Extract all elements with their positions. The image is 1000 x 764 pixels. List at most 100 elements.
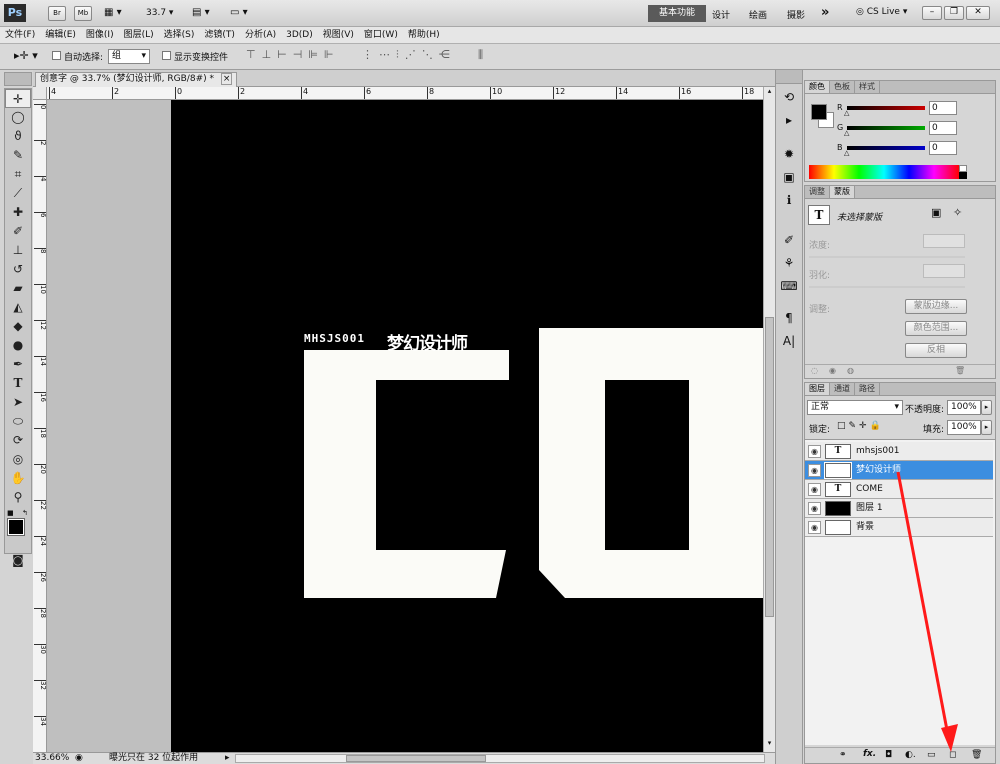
channel-slider[interactable] xyxy=(847,126,925,130)
layers-tab-2[interactable]: 路径 xyxy=(855,383,880,395)
mask-edge-button[interactable]: 蒙版边缘... xyxy=(905,299,967,314)
panel-foreground-swatch[interactable] xyxy=(811,104,827,120)
scroll-up-icon[interactable]: ▴ xyxy=(764,87,775,98)
channel-value-field[interactable]: 0 xyxy=(929,141,957,155)
auto-align-icon[interactable]: ⫼ xyxy=(478,48,483,62)
marquee-tool-icon[interactable]: ◯ xyxy=(5,108,31,127)
layer-row[interactable]: ◉ 图层 1 xyxy=(805,499,993,518)
layer-row[interactable]: ◉ T 梦幻设计师 xyxy=(805,461,993,480)
status-menu-icon[interactable]: ◉ xyxy=(75,753,83,764)
brushes-icon[interactable]: ⌨ xyxy=(778,276,800,296)
adjust-tab-1[interactable]: 蒙版 xyxy=(830,186,855,198)
workspace-painting[interactable]: 绘画 xyxy=(749,8,767,21)
menu-item[interactable]: 分析(A) xyxy=(240,27,281,43)
hand-tool-icon[interactable]: ✋ xyxy=(5,469,31,488)
eraser-tool-icon[interactable]: ▰ xyxy=(5,279,31,298)
screen-mode-icon[interactable]: ▭ ▾ xyxy=(230,7,248,18)
link-layers-icon[interactable]: ⚭ xyxy=(839,750,847,760)
adjust-tab-0[interactable]: 调整 xyxy=(805,186,830,198)
canvas-title-text[interactable]: 梦幻设计师 xyxy=(387,329,468,354)
canvas-small-text[interactable]: MHSJS001 xyxy=(304,332,365,345)
menu-item[interactable]: 3D(D) xyxy=(281,27,318,43)
image-canvas[interactable]: MHSJS001 梦幻设计师 xyxy=(171,100,763,752)
apply-mask-icon[interactable]: ◉ xyxy=(829,366,836,375)
channel-slider-handle-icon[interactable]: △ xyxy=(844,129,849,137)
restore-button[interactable]: ❐ xyxy=(944,6,964,20)
status-zoom[interactable]: 33.66% xyxy=(35,753,69,764)
color-tab-0[interactable]: 颜色 xyxy=(805,81,830,93)
brush-panel-icon[interactable]: ✐ xyxy=(778,230,800,250)
menu-item[interactable]: 窗口(W) xyxy=(359,27,403,43)
auto-select-dropdown[interactable]: 组 ▾ xyxy=(108,49,150,64)
pen-tool-icon[interactable]: ✒ xyxy=(5,355,31,374)
channel-value-field[interactable]: 0 xyxy=(929,121,957,135)
channel-slider-handle-icon[interactable]: △ xyxy=(844,149,849,157)
load-selection-icon[interactable]: ◌ xyxy=(811,366,818,375)
layer-row[interactable]: ◉ 背景 xyxy=(805,518,993,537)
align-buttons[interactable]: ⊤⊥⊢⊣⊫⊩ xyxy=(246,48,340,61)
fill-slider-button[interactable]: ▸ xyxy=(981,420,992,435)
distribute-buttons[interactable]: ⋮⋯⫶⋰⋱⋲ xyxy=(362,48,456,62)
dodge-tool-icon[interactable]: ● xyxy=(5,336,31,355)
feather-slider[interactable] xyxy=(809,286,965,288)
horizontal-scrollbar[interactable] xyxy=(235,754,765,763)
color-tab-1[interactable]: 色板 xyxy=(830,81,855,93)
layer-visibility-eye-icon[interactable]: ◉ xyxy=(808,521,821,534)
opacity-field[interactable]: 100% xyxy=(947,400,981,415)
scroll-thumb[interactable] xyxy=(765,317,774,617)
move-tool-icon[interactable]: ✛ xyxy=(5,89,31,108)
workspace-photography[interactable]: 摄影 xyxy=(787,8,805,21)
layer-visibility-eye-icon[interactable]: ◉ xyxy=(808,502,821,515)
zoom-tool-icon[interactable]: ⚲ xyxy=(5,488,31,507)
layer-visibility-eye-icon[interactable]: ◉ xyxy=(808,445,821,458)
adjustment-layer-icon[interactable]: ◐. xyxy=(905,750,916,760)
menu-item[interactable]: 图层(L) xyxy=(119,27,159,43)
color-spectrum-bar[interactable] xyxy=(809,165,959,179)
foreground-color[interactable] xyxy=(7,518,25,536)
blur-tool-icon[interactable]: ◆ xyxy=(5,317,31,336)
h-scroll-thumb[interactable] xyxy=(346,755,486,762)
mini-bridge-button[interactable]: Mb xyxy=(74,6,92,21)
eyedropper-tool-icon[interactable]: ⟋ xyxy=(5,184,31,203)
menu-item[interactable]: 文件(F) xyxy=(0,27,40,43)
close-document-button[interactable]: × xyxy=(220,73,233,85)
history-panel-icon[interactable]: ⟲ xyxy=(778,87,800,107)
arrange-documents-icon[interactable]: ▤ ▾ xyxy=(192,7,210,18)
cs-live-button[interactable]: ◎ CS Live ▾ xyxy=(856,7,907,17)
workspace-design[interactable]: 设计 xyxy=(712,8,730,21)
layer-visibility-eye-icon[interactable]: ◉ xyxy=(808,483,821,496)
layer-row[interactable]: ◉ Tmhsjs001 xyxy=(805,442,993,461)
layers-tab-0[interactable]: 图层 xyxy=(805,383,830,395)
vertical-scrollbar[interactable]: ▴ ▾ xyxy=(763,87,775,752)
layer-visibility-eye-icon[interactable]: ◉ xyxy=(808,464,821,477)
delete-mask-icon[interactable]: 🗑 xyxy=(955,366,965,375)
stamp-tool-icon[interactable]: ⊥ xyxy=(5,241,31,260)
path-select-tool-icon[interactable]: ➤ xyxy=(5,393,31,412)
opacity-slider-button[interactable]: ▸ xyxy=(981,400,992,415)
lock-icons[interactable]: □✎✛🔒 xyxy=(837,421,884,431)
paragraph-panel-icon[interactable]: ¶ xyxy=(778,308,800,328)
bridge-button[interactable]: Br xyxy=(48,6,66,21)
blend-mode-dropdown[interactable]: 正常 ▾ xyxy=(807,400,903,415)
ruler-origin[interactable] xyxy=(33,87,47,100)
move-tool-preset-icon[interactable]: ▸✛ ▾ xyxy=(14,49,38,62)
navigator-panel-icon[interactable]: ▣ xyxy=(778,167,800,187)
minimize-button[interactable]: – xyxy=(922,6,942,20)
new-layer-icon[interactable]: ◻ xyxy=(949,750,956,760)
view-extras-icon[interactable]: ▦ ▾ xyxy=(104,7,122,18)
healing-tool-icon[interactable]: ✚ xyxy=(5,203,31,222)
density-slider[interactable] xyxy=(809,256,965,258)
scroll-down-icon[interactable]: ▾ xyxy=(764,739,775,750)
actions-panel-icon[interactable]: ▸ xyxy=(778,110,800,130)
color-range-button[interactable]: 颜色范围... xyxy=(905,321,967,336)
type-tool-icon[interactable]: T xyxy=(5,374,31,393)
color-tab-2[interactable]: 样式 xyxy=(855,81,880,93)
vertical-ruler[interactable]: 0 2 4 6 8 10 12 14 16 18 20 22 24 26 28 30 32 34 xyxy=(33,100,47,752)
layer-style-icon[interactable]: fx. xyxy=(863,749,876,759)
more-workspaces-button[interactable]: » xyxy=(821,5,829,20)
menu-item[interactable]: 编辑(E) xyxy=(40,27,81,43)
zoom-level[interactable]: 33.7 ▾ xyxy=(146,8,173,18)
vector-mask-icon[interactable]: ✧ xyxy=(953,206,962,219)
density-field[interactable] xyxy=(923,234,965,248)
white-swatch[interactable] xyxy=(959,165,967,172)
